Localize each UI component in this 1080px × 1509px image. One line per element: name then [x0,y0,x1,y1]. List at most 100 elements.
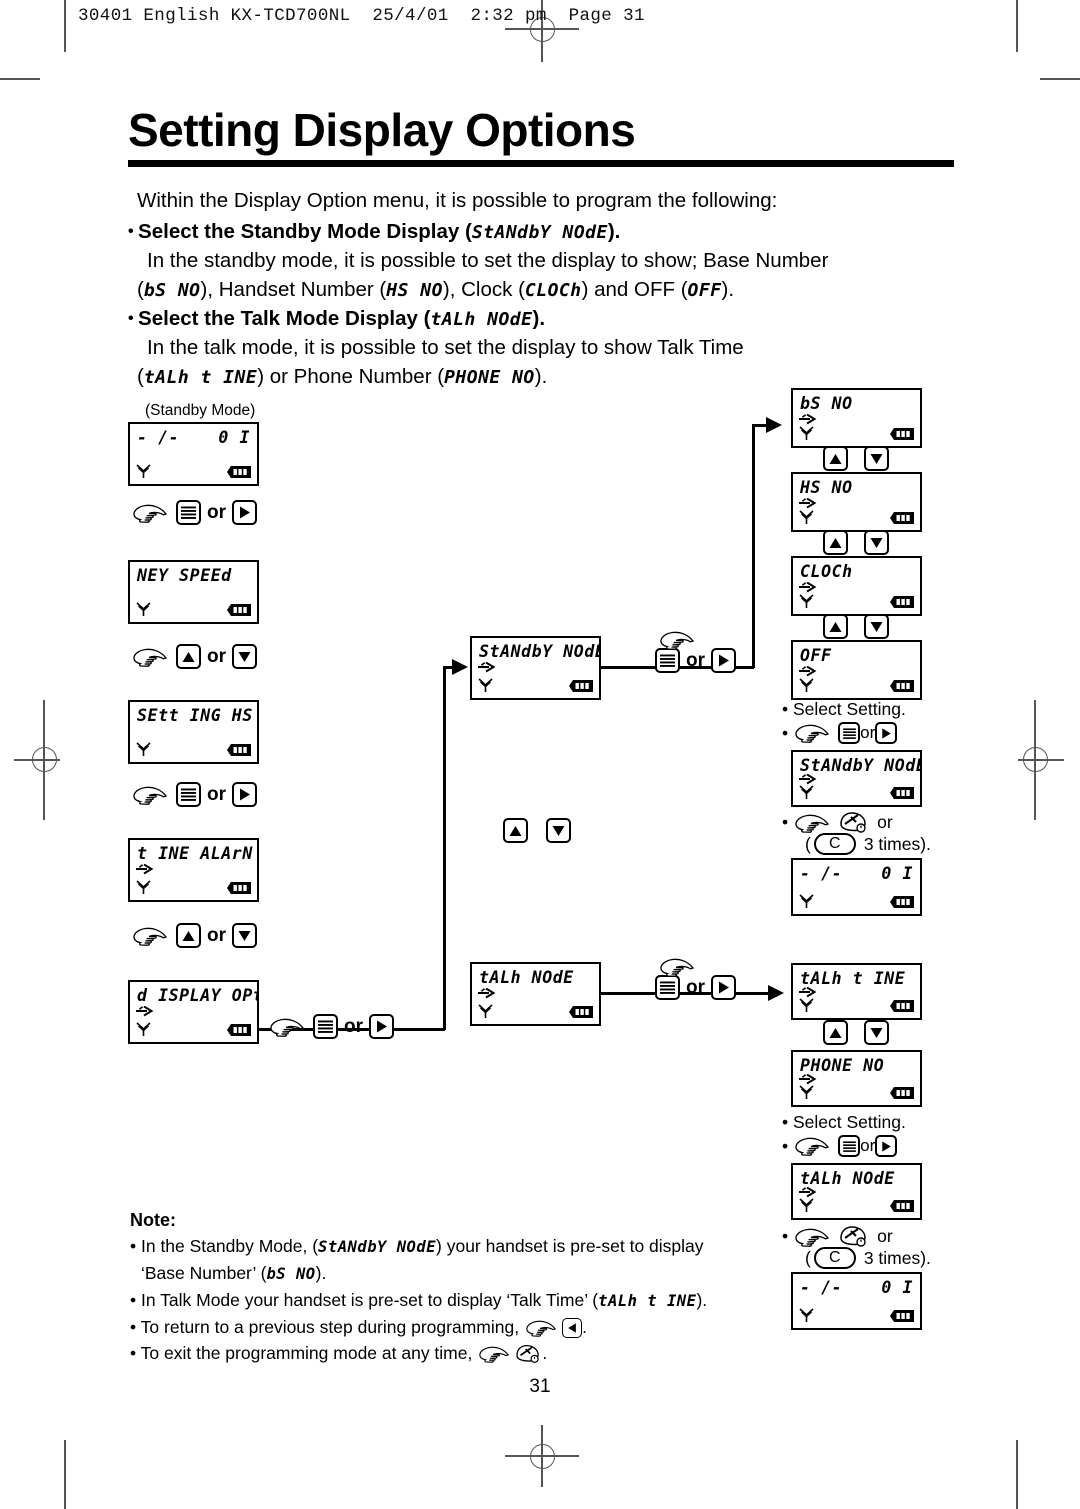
note-item-1-line2: ‘Base Number’ (bS NO). [130,1261,790,1287]
antenna-icon [799,785,814,799]
antenna-icon [136,602,151,616]
antenna-icon [136,742,151,756]
up-arrow-button-icon[interactable] [176,923,201,948]
battery-icon [890,680,914,692]
left-key-row-2: or [133,644,257,669]
pointing-hand-icon [270,1018,304,1037]
antenna-icon [136,464,151,478]
lcd-right-option-clock: CLOCh [791,556,922,616]
down-arrow-button-icon[interactable] [232,644,257,669]
down-arrow-button-icon[interactable] [546,818,571,843]
right-arrow-button-icon[interactable] [232,500,257,525]
pointing-hand-icon [795,1137,830,1156]
lcd-text: StANdbY NOdE [800,756,922,775]
phone-off-icon[interactable] [838,810,869,835]
page-number: 31 [529,1376,551,1397]
antenna-icon [478,1004,493,1018]
or-label: or [207,501,226,523]
battery-icon [227,466,251,478]
right-arrow-button-icon[interactable] [711,648,736,673]
phone-off-icon[interactable] [514,1343,542,1365]
up-arrow-button-icon[interactable] [823,530,848,555]
battery-icon [227,882,251,894]
down-arrow-button-icon[interactable] [864,530,889,555]
up-arrow-button-icon[interactable] [823,614,848,639]
right-arrow-button-icon[interactable] [369,1014,394,1039]
right-arrow-button-icon[interactable] [711,975,736,1000]
up-arrow-button-icon[interactable] [503,818,528,843]
lcd-text: d ISPLAY OPt [137,986,259,1005]
n1l2p2: ). [315,1263,327,1283]
bullet-marker-2: • [128,310,139,327]
left-key-row-3: or [133,782,257,807]
lcd-text: StANdbY NOdE [479,642,601,661]
bullet-1-line3: (bS NO), Handset Number (HS NO), Clock (… [137,274,734,306]
right-arrow-button-icon[interactable] [232,782,257,807]
up-arrow-button-icon[interactable] [823,1020,848,1045]
registration-mark-left [14,700,74,820]
pointing-hand-icon [133,504,167,523]
lcd-left-step1: - /- 0 I [128,422,259,486]
battery-icon [890,896,914,908]
lcd-text: - /- [137,428,180,447]
connector-standby-to-options-v [752,424,755,668]
battery-icon [890,428,914,440]
down-arrow-button-icon[interactable] [864,446,889,471]
left-arrow-button-icon[interactable] [562,1317,583,1338]
note-item-2: • In Talk Mode your handset is pre-set t… [130,1288,790,1314]
lcd-right-talk-final: - /- 0 I [791,1272,922,1330]
left-key-row-4: or [133,923,257,948]
up-arrow-button-icon[interactable] [823,446,848,471]
b1l3-p5: ). [721,278,735,301]
lcd-right-option-hs-no: HS NO [791,472,922,532]
battery-icon [890,1200,914,1212]
menu-button-icon[interactable] [655,648,680,673]
or-plain-label: or [877,1226,893,1246]
up-arrow-button-icon[interactable] [176,644,201,669]
b2l3-code1: tALh t INE [143,367,258,388]
bullet-marker: • [782,722,789,743]
n4p2: . [542,1343,548,1363]
bullet-2-line3: (tALh t INE) or Phone Number (PHONE NO). [137,361,547,393]
c-key-row-1: ( C 3 times). [805,833,931,855]
bullet-marker: • [782,812,789,832]
page-title: Setting Display Options [128,104,636,156]
menu-button-icon[interactable] [838,722,861,744]
lcd-right-text: 0 I [218,428,250,447]
select-setting-label-1: • Select Setting. [782,699,906,719]
lcd-right-option-off: OFF [791,640,922,700]
antenna-icon [799,426,814,440]
lcd-text: tALh t INE [800,969,906,988]
battery-icon [890,787,914,799]
right-arrow-button-icon[interactable] [875,1135,898,1157]
n1c1: StANdbY NOdE [318,1238,437,1256]
battery-icon [890,512,914,524]
down-arrow-button-icon[interactable] [864,1020,889,1045]
c-key-button[interactable]: C [813,1247,856,1269]
down-arrow-button-icon[interactable] [864,614,889,639]
phone-off-icon[interactable] [838,1224,869,1249]
lcd-text: HS NO [800,478,853,497]
lcd-right-option-talk-time: tALh t INE [791,963,922,1020]
crop-mark-top-right-v [1016,0,1018,52]
lcd-right-text: 0 I [881,864,913,883]
b2l3-p3: ). [534,365,548,388]
n2p1: • In Talk Mode your handset is pre-set t… [130,1290,599,1310]
or-label: or [207,783,226,805]
crop-mark-bottom-left-v [64,1440,66,1509]
menu-button-icon[interactable] [313,1014,338,1039]
menu-button-icon[interactable] [655,975,680,1000]
menu-button-icon[interactable] [838,1135,861,1157]
menu-button-icon[interactable] [176,782,201,807]
bullet-1-code: StANdbY NOdE [471,222,608,243]
lcd-text: tALh NOdE [800,1169,895,1188]
battery-icon [890,1000,914,1012]
antenna-icon [799,594,814,608]
down-arrow-button-icon[interactable] [232,923,257,948]
crop-mark-bottom-right-v [1016,1440,1018,1509]
antenna-icon [799,510,814,524]
c-key-button[interactable]: C [813,833,856,855]
right-arrow-button-icon[interactable] [875,722,898,744]
menu-button-icon[interactable] [176,500,201,525]
b2l3-p1: ( [137,365,144,388]
